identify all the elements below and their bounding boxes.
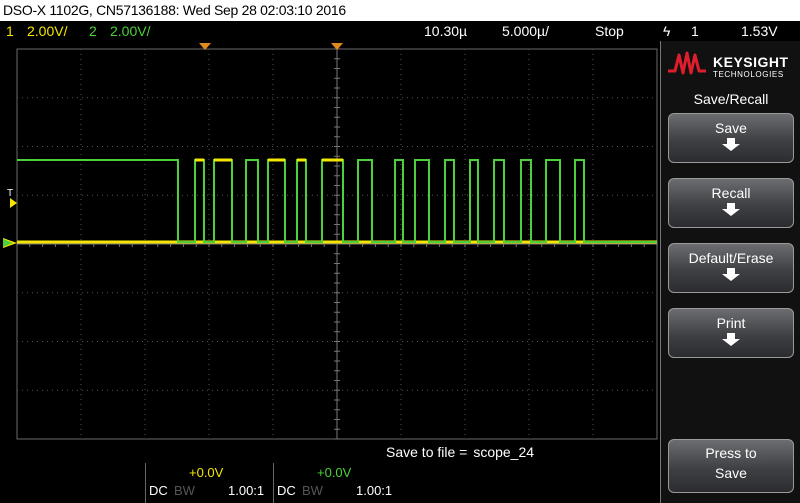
bottom-info-bar: Save to file = scope_24 +0.0V DC BW 1.00:… — [0, 441, 660, 503]
press-to-save-line1: Press to — [705, 445, 757, 461]
run-state[interactable]: Stop — [595, 21, 624, 41]
press-to-save-button[interactable]: Press to Save — [668, 439, 794, 493]
ch2-probe-ratio: 1.00:1 — [356, 483, 393, 498]
default-erase-button[interactable]: Default/Erase — [668, 243, 794, 293]
status-bar: 1 2.00V/ 2 2.00V/ 10.30µ 5.000µ/ Stop ϟ … — [0, 21, 800, 41]
save-filename[interactable]: scope_24 — [473, 444, 534, 460]
logo-subtitle: TECHNOLOGIES — [713, 70, 784, 79]
save-button[interactable]: Save — [668, 113, 794, 163]
down-arrow-icon — [722, 138, 740, 151]
down-arrow-icon — [722, 333, 740, 346]
trigger-level-marker — [10, 198, 17, 208]
ch2-bw-limit: BW — [302, 483, 323, 498]
ch1-offset: +0.0V — [189, 465, 224, 480]
ch1-number[interactable]: 1 — [6, 21, 14, 41]
recall-button-label: Recall — [711, 185, 751, 201]
ch1-bw-limit: BW — [174, 483, 195, 498]
trigger-edge-icon: ϟ — [663, 23, 671, 39]
ch2-info-box[interactable]: +0.0V DC BW 1.00:1 — [273, 463, 402, 503]
trigger-level-label: T — [7, 188, 13, 199]
waveform-display[interactable]: T — [0, 41, 660, 441]
ch2-offset: +0.0V — [317, 465, 352, 480]
logo-brand: KEYSIGHT — [713, 54, 789, 70]
menu-title: Save/Recall — [693, 91, 769, 107]
title-text: DSO-X 1102G, CN57136188: Wed Sep 28 02:0… — [3, 2, 346, 18]
down-arrow-icon — [722, 203, 740, 216]
print-button-label: Print — [716, 315, 746, 331]
time-delay[interactable]: 10.30µ — [424, 21, 467, 41]
keysight-logo: KEYSIGHT TECHNOLOGIES — [667, 51, 795, 81]
title-bar: DSO-X 1102G, CN57136188: Wed Sep 28 02:0… — [0, 0, 800, 21]
ch1-probe-ratio: 1.00:1 — [228, 483, 265, 498]
down-arrow-icon — [722, 268, 740, 281]
recall-button[interactable]: Recall — [668, 178, 794, 228]
default-erase-button-label: Default/Erase — [688, 250, 774, 266]
trigger-source[interactable]: 1 — [691, 21, 699, 41]
save-file-line: Save to file = scope_24 — [386, 444, 534, 460]
ch2-coupling: DC — [277, 483, 296, 498]
time-scale[interactable]: 5.000µ/ — [502, 21, 549, 41]
ch1-info-box[interactable]: +0.0V DC BW 1.00:1 — [145, 463, 274, 503]
trigger-level[interactable]: 1.53V — [741, 21, 778, 41]
ch1-coupling: DC — [149, 483, 168, 498]
press-to-save-line2: Save — [715, 465, 747, 481]
ch1-scale[interactable]: 2.00V/ — [27, 21, 67, 41]
ch2-scale[interactable]: 2.00V/ — [110, 21, 150, 41]
save-button-label: Save — [715, 120, 747, 136]
ch2-number[interactable]: 2 — [89, 21, 97, 41]
graticule: T — [3, 43, 658, 440]
save-file-label: Save to file = — [386, 444, 468, 460]
keysight-wave-icon — [668, 51, 706, 75]
print-button[interactable]: Print — [668, 308, 794, 358]
softkey-panel: KEYSIGHT TECHNOLOGIES Save/Recall Save R… — [660, 41, 800, 503]
